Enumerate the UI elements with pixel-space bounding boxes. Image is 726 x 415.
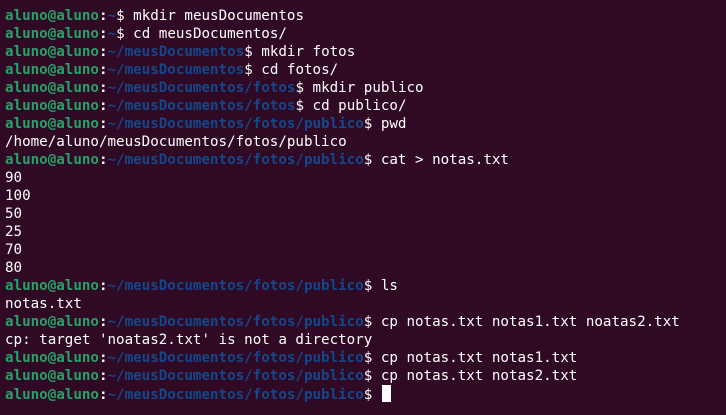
prompt-user: aluno@aluno — [5, 314, 99, 330]
prompt-line: aluno@aluno:~/meusDocumentos/fotos/publi… — [5, 151, 726, 169]
prompt-user: aluno@aluno — [5, 44, 99, 60]
prompt-colon: : — [98, 152, 108, 168]
prompt-line: aluno@aluno:~/meusDocumentos$ cd fotos/ — [5, 61, 726, 79]
prompt-path: ~/meusDocumentos/fotos/publico — [107, 350, 364, 366]
prompt-path: ~/meusDocumentos/fotos — [107, 98, 296, 114]
command-text: cp notas.txt notas1.txt — [372, 350, 578, 366]
output-text: 100 — [5, 188, 31, 204]
terminal-window[interactable]: aluno@aluno:~$ mkdir meusDocumentos aluno… — [0, 0, 726, 415]
prompt-colon: : — [98, 278, 108, 294]
command-text — [372, 387, 381, 403]
output-text: notas.txt — [5, 296, 82, 312]
prompt-colon: : — [98, 116, 108, 132]
prompt-line: aluno@aluno:~$ mkdir meusDocumentos — [5, 7, 726, 25]
prompt-colon: : — [98, 8, 108, 24]
prompt-user: aluno@aluno — [5, 368, 99, 384]
output-line: 90 — [5, 169, 726, 187]
prompt-colon: : — [98, 350, 108, 366]
prompt-user: aluno@aluno — [5, 98, 99, 114]
prompt-dollar: $ — [244, 44, 253, 60]
command-text: cd publico/ — [303, 98, 407, 114]
command-text: mkdir fotos — [252, 44, 356, 60]
command-text: pwd — [372, 116, 407, 132]
command-text: ls — [372, 278, 398, 294]
prompt-colon: : — [98, 314, 108, 330]
prompt-user: aluno@aluno — [5, 152, 99, 168]
command-text: cat > notas.txt — [372, 152, 509, 168]
prompt-colon: : — [98, 44, 108, 60]
command-text: mkdir meusDocumentos — [124, 8, 304, 24]
prompt-dollar: $ — [295, 98, 304, 114]
output-line: 70 — [5, 241, 726, 259]
command-text: mkdir publico — [303, 80, 424, 96]
prompt-user: aluno@aluno — [5, 8, 99, 24]
output-line: cp: target 'noatas2.txt' is not a direct… — [5, 331, 726, 349]
prompt-line: aluno@aluno:~/meusDocumentos/fotos/publi… — [5, 115, 726, 133]
command-text: cd fotos/ — [252, 62, 339, 78]
output-text: 25 — [5, 224, 23, 240]
output-text: /home/aluno/meusDocumentos/fotos/publico — [5, 134, 347, 150]
prompt-path: ~ — [107, 26, 117, 42]
prompt-line: aluno@aluno:~/meusDocumentos/fotos/publi… — [5, 349, 726, 367]
prompt-user: aluno@aluno — [5, 26, 99, 42]
output-text: 90 — [5, 170, 23, 186]
output-line: /home/aluno/meusDocumentos/fotos/publico — [5, 133, 726, 151]
output-line: notas.txt — [5, 295, 726, 313]
command-text: cd meusDocumentos/ — [124, 26, 287, 42]
terminal-cursor[interactable] — [381, 385, 391, 402]
output-line: 50 — [5, 205, 726, 223]
command-text: cp notas.txt notas2.txt — [372, 368, 578, 384]
prompt-line: aluno@aluno:~/meusDocumentos/fotos/publi… — [5, 277, 726, 295]
output-line: 100 — [5, 187, 726, 205]
prompt-user: aluno@aluno — [5, 387, 99, 403]
output-text: 80 — [5, 260, 23, 276]
command-text: cp notas.txt notas1.txt noatas2.txt — [372, 314, 680, 330]
output-line: 25 — [5, 223, 726, 241]
prompt-line: aluno@aluno:~/meusDocumentos/fotos/publi… — [5, 367, 726, 385]
prompt-colon: : — [98, 62, 108, 78]
prompt-dollar: $ — [295, 80, 304, 96]
prompt-colon: : — [98, 26, 108, 42]
prompt-line: aluno@aluno:~/meusDocumentos/fotos/publi… — [5, 385, 726, 403]
prompt-path: ~/meusDocumentos/fotos/publico — [107, 116, 364, 132]
prompt-dollar: $ — [116, 26, 125, 42]
prompt-user: aluno@aluno — [5, 350, 99, 366]
output-text: 70 — [5, 242, 23, 258]
prompt-line: aluno@aluno:~/meusDocumentos$ mkdir foto… — [5, 43, 726, 61]
prompt-path: ~/meusDocumentos — [107, 44, 245, 60]
prompt-path: ~/meusDocumentos/fotos/publico — [107, 387, 364, 403]
prompt-user: aluno@aluno — [5, 62, 99, 78]
prompt-path: ~/meusDocumentos/fotos/publico — [107, 152, 364, 168]
output-text: cp: target 'noatas2.txt' is not a direct… — [5, 332, 373, 348]
prompt-path: ~/meusDocumentos/fotos/publico — [107, 278, 364, 294]
prompt-user: aluno@aluno — [5, 116, 99, 132]
prompt-path: ~/meusDocumentos/fotos — [107, 80, 296, 96]
prompt-dollar: $ — [116, 8, 125, 24]
prompt-line: aluno@aluno:~/meusDocumentos/fotos/publi… — [5, 313, 726, 331]
prompt-colon: : — [98, 368, 108, 384]
prompt-line: aluno@aluno:~$ cd meusDocumentos/ — [5, 25, 726, 43]
prompt-line: aluno@aluno:~/meusDocumentos/fotos$ cd p… — [5, 97, 726, 115]
prompt-dollar: $ — [244, 62, 253, 78]
prompt-colon: : — [98, 387, 108, 403]
prompt-colon: : — [98, 80, 108, 96]
prompt-path: ~ — [107, 8, 117, 24]
prompt-user: aluno@aluno — [5, 80, 99, 96]
output-line: 80 — [5, 259, 726, 277]
prompt-user: aluno@aluno — [5, 278, 99, 294]
prompt-path: ~/meusDocumentos — [107, 62, 245, 78]
prompt-path: ~/meusDocumentos/fotos/publico — [107, 314, 364, 330]
output-text: 50 — [5, 206, 23, 222]
prompt-path: ~/meusDocumentos/fotos/publico — [107, 368, 364, 384]
prompt-line: aluno@aluno:~/meusDocumentos/fotos$ mkdi… — [5, 79, 726, 97]
prompt-colon: : — [98, 98, 108, 114]
